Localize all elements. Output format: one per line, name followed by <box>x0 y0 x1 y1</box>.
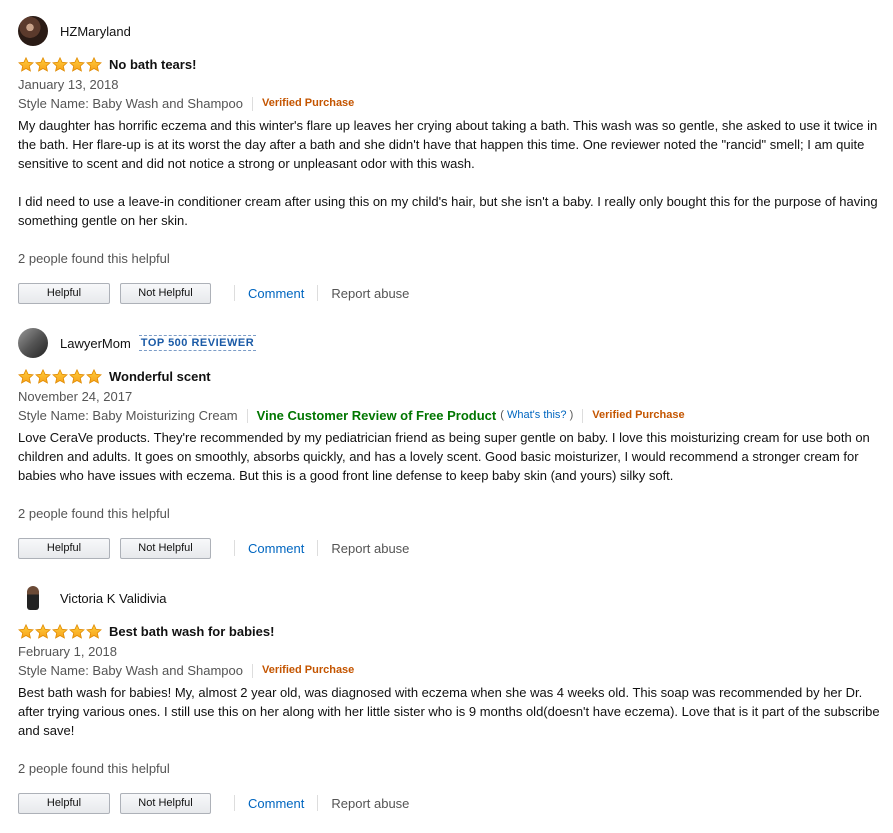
review-body: Best bath wash for babies! My, almost 2 … <box>18 683 880 740</box>
star-icon <box>18 369 34 384</box>
vine-review-label: Vine Customer Review of Free Product <box>256 408 497 423</box>
star-rating[interactable] <box>18 369 103 384</box>
comment-link[interactable]: Comment <box>248 286 304 301</box>
verified-purchase-badge: Verified Purchase <box>261 97 355 109</box>
comment-link[interactable]: Comment <box>248 796 304 811</box>
star-icon <box>69 369 85 384</box>
avatar[interactable] <box>18 16 48 46</box>
whats-this: ( What's this? ) <box>500 409 574 421</box>
star-icon <box>52 624 68 639</box>
divider <box>251 96 253 111</box>
helpful-button[interactable]: Helpful <box>18 537 110 559</box>
reviewer-profile[interactable]: Victoria K Validivia <box>18 582 880 614</box>
review-title[interactable]: No bath tears! <box>109 57 196 72</box>
verified-purchase-badge: Verified Purchase <box>261 664 355 676</box>
helpful-button[interactable]: Helpful <box>18 792 110 814</box>
divider <box>234 795 235 811</box>
divider <box>246 408 248 423</box>
star-rating[interactable] <box>18 57 103 72</box>
verified-purchase-badge: Verified Purchase <box>592 409 685 421</box>
star-icon <box>69 624 85 639</box>
top-reviewer-badge[interactable]: TOP 500 REVIEWER <box>138 335 257 351</box>
report-abuse-link[interactable]: Report abuse <box>331 541 409 556</box>
review-paragraph: My daughter has horrific eczema and this… <box>18 118 878 171</box>
reviewer-name[interactable]: HZMaryland <box>60 24 131 39</box>
report-abuse-link[interactable]: Report abuse <box>331 796 409 811</box>
reviewer-profile[interactable]: HZMaryland <box>18 15 880 47</box>
review-date: January 13, 2018 <box>18 77 119 92</box>
reviewer-profile[interactable]: LawyerMom TOP 500 REVIEWER <box>18 327 880 359</box>
avatar[interactable] <box>18 583 48 613</box>
avatar[interactable] <box>18 328 48 358</box>
helpful-count: 2 people found this helpful <box>18 761 170 776</box>
star-icon <box>52 57 68 72</box>
review-date: February 1, 2018 <box>18 644 118 659</box>
style-name[interactable]: Style Name: Baby Wash and Shampoo <box>18 95 243 112</box>
helpful-count: 2 people found this helpful <box>18 251 170 266</box>
whats-this-link[interactable]: What's this? <box>507 409 567 421</box>
review-card: LawyerMom TOP 500 REVIEWER Wonderful sce… <box>18 327 880 559</box>
review-card: Victoria K Validivia Best bath wash for … <box>18 582 880 814</box>
star-icon <box>86 57 102 72</box>
star-icon <box>86 369 102 384</box>
reviewer-name[interactable]: LawyerMom <box>60 336 131 351</box>
star-icon <box>35 369 51 384</box>
divider <box>234 540 235 556</box>
star-icon <box>18 624 34 639</box>
comment-link[interactable]: Comment <box>248 541 304 556</box>
divider <box>582 408 584 423</box>
review-paragraph: Love CeraVe products. They're recommende… <box>18 430 870 483</box>
review-body: My daughter has horrific eczema and this… <box>18 116 880 230</box>
star-icon <box>52 369 68 384</box>
helpful-button[interactable]: Helpful <box>18 282 110 304</box>
star-rating[interactable] <box>18 624 103 639</box>
star-icon <box>69 57 85 72</box>
reviewer-name[interactable]: Victoria K Validivia <box>60 591 166 606</box>
divider <box>317 795 319 811</box>
star-icon <box>18 57 34 72</box>
review-paragraph: I did need to use a leave-in conditioner… <box>18 194 878 228</box>
divider <box>234 285 235 301</box>
review-paragraph: Best bath wash for babies! My, almost 2 … <box>18 685 880 738</box>
helpful-count: 2 people found this helpful <box>18 506 170 521</box>
star-icon <box>35 624 51 639</box>
review-card: HZMaryland No bath tears! January 13, 20… <box>18 15 880 304</box>
review-title[interactable]: Best bath wash for babies! <box>109 624 274 639</box>
not-helpful-button[interactable]: Not Helpful <box>120 792 211 814</box>
review-body: Love CeraVe products. They're recommende… <box>18 428 880 485</box>
divider <box>317 285 319 301</box>
divider <box>317 540 319 556</box>
not-helpful-button[interactable]: Not Helpful <box>120 537 211 559</box>
star-icon <box>86 624 102 639</box>
review-title[interactable]: Wonderful scent <box>109 369 211 384</box>
style-name[interactable]: Style Name: Baby Moisturizing Cream <box>18 407 238 424</box>
style-name[interactable]: Style Name: Baby Wash and Shampoo <box>18 662 243 679</box>
review-date: November 24, 2017 <box>18 389 133 404</box>
divider <box>251 663 253 678</box>
star-icon <box>35 57 51 72</box>
not-helpful-button[interactable]: Not Helpful <box>120 282 211 304</box>
report-abuse-link[interactable]: Report abuse <box>331 286 409 301</box>
